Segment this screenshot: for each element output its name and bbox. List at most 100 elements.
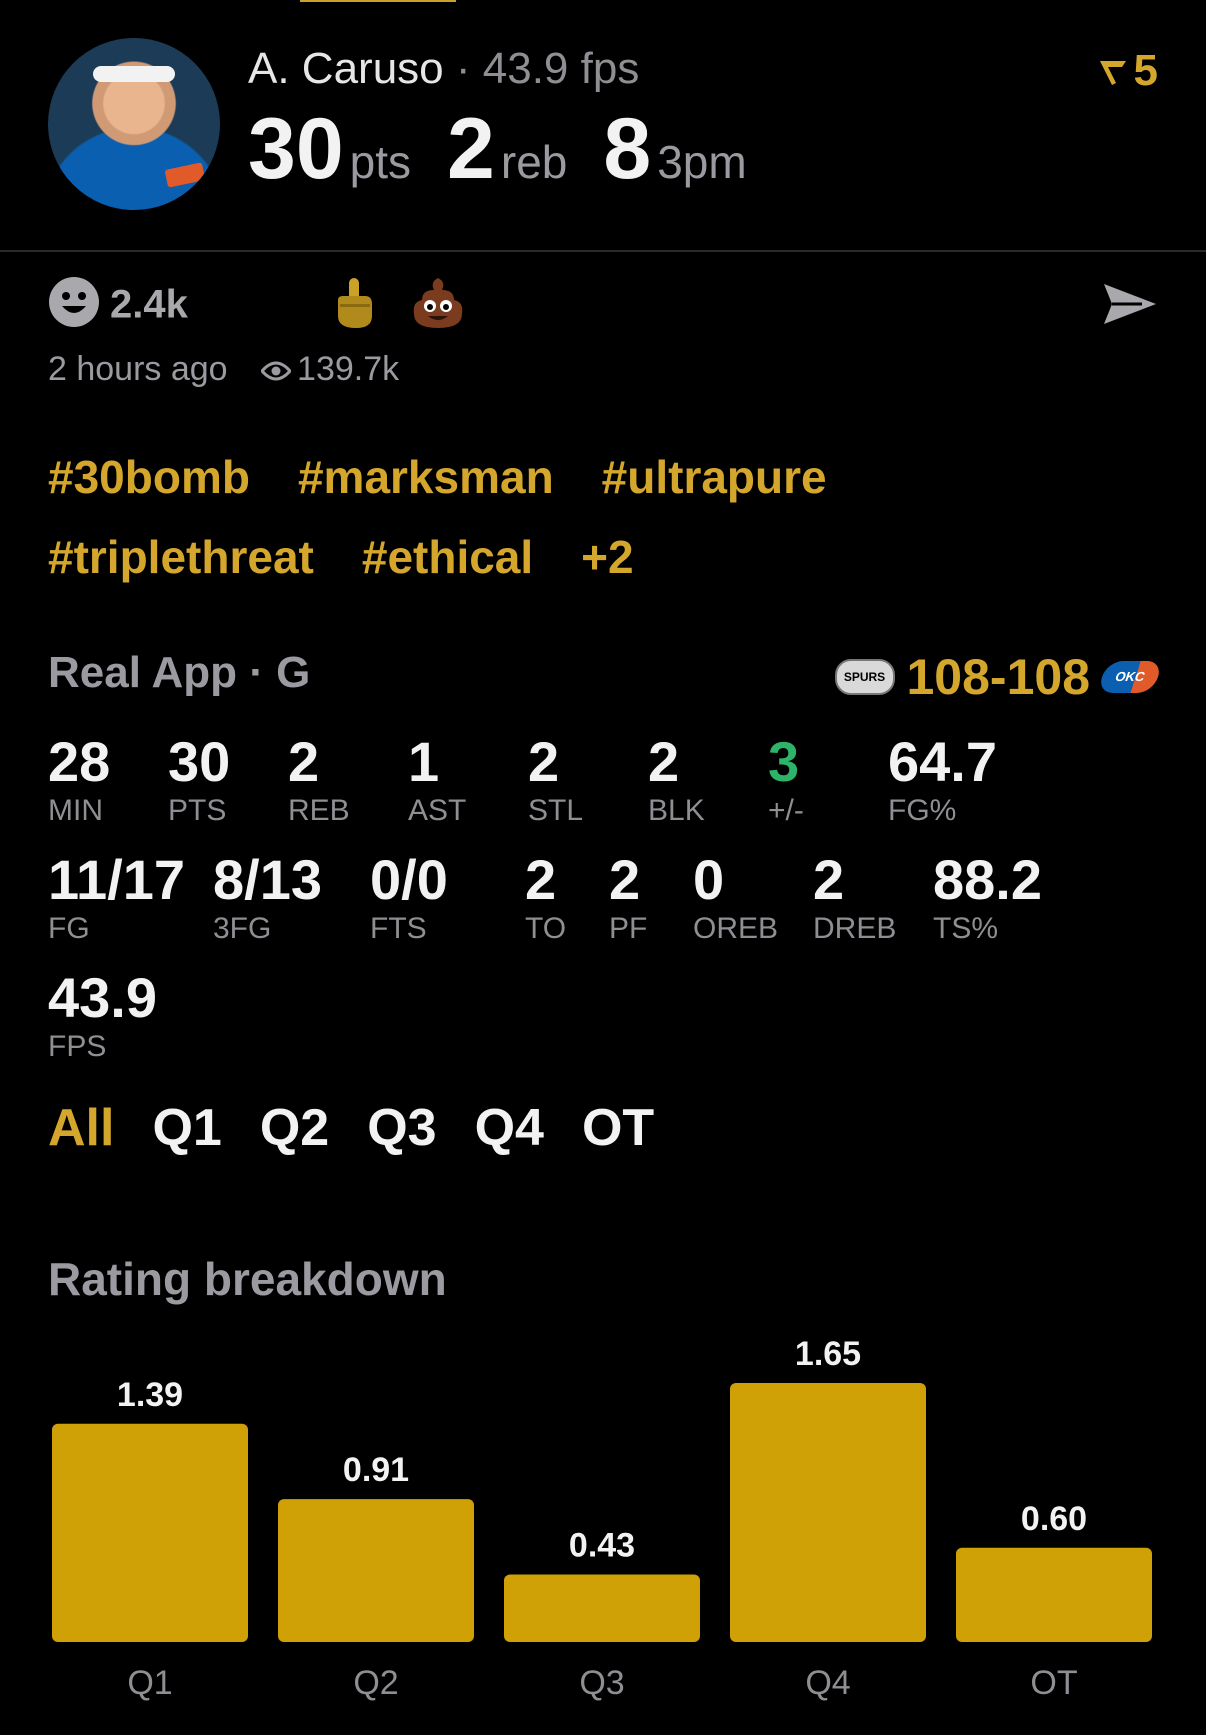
stat-fps: 43.9 FPS <box>48 968 157 1064</box>
stat-label: PF <box>609 912 648 945</box>
rating-breakdown-chart: 1.39 Q1 0.91 Q2 0.43 Q3 1.65 Q4 0.60 OT <box>52 1335 1152 1702</box>
bar-ot[interactable] <box>956 1547 1152 1642</box>
stat-value: 88.2 <box>933 848 1042 911</box>
bar-q3[interactable] <box>504 1574 700 1642</box>
stat-value: 2 <box>813 848 845 911</box>
player-name-line: A. Caruso · 43.9 fps <box>248 44 639 94</box>
tag-ethical[interactable]: #ethical <box>362 530 533 584</box>
tab-q2[interactable]: Q2 <box>260 1098 329 1158</box>
view-count-value: 139.7k <box>297 350 400 388</box>
reactions-bar: 2.4k <box>48 276 1158 328</box>
stat-fg: 11/17 FG <box>48 850 185 946</box>
bar-q2[interactable] <box>278 1499 474 1642</box>
team-patch <box>164 162 206 188</box>
player-avatar[interactable] <box>48 38 220 210</box>
bar-q4[interactable] <box>730 1382 926 1642</box>
stat-oreb: 0 OREB <box>693 850 778 946</box>
tag-30bomb[interactable]: #30bomb <box>48 450 250 504</box>
player-name[interactable]: A. Caruso <box>248 44 444 93</box>
stat-min: 28 MIN <box>48 732 110 828</box>
stat-value: 2 <box>648 730 680 793</box>
stat-value: 0/0 <box>370 848 448 911</box>
stat-value: 11/17 <box>48 848 186 911</box>
stat-dreb: 2 DREB <box>813 850 896 946</box>
rank-badge[interactable]: 5 <box>1098 46 1158 96</box>
post-time: 2 hours ago <box>48 350 228 388</box>
stat-label: STL <box>528 794 584 827</box>
stat-label: FG% <box>888 794 957 827</box>
post-meta: 2 hours ago 139.7k <box>48 350 399 391</box>
okc-logo: OKC <box>1096 661 1164 693</box>
name-separator: · <box>455 44 471 93</box>
stat-plus-minus: 3 +/- <box>768 732 804 828</box>
stat-ts-pct: 88.2 TS% <box>933 850 1042 946</box>
tag-row-1: #30bomb #marksman #ultrapure <box>48 450 1168 504</box>
send-icon[interactable] <box>1102 280 1158 333</box>
bar-value-label: 0.43 <box>569 1526 635 1564</box>
stat-value: 8/13 <box>213 848 322 911</box>
headline-reb-unit: reb <box>500 136 568 188</box>
smiley-icon <box>48 276 100 338</box>
stat-blk: 2 BLK <box>648 732 705 828</box>
headline-reb-value: 2 <box>447 101 495 197</box>
rating-breakdown-title: Rating breakdown <box>48 1253 447 1305</box>
tag-ultrapure[interactable]: #ultrapure <box>602 450 827 504</box>
stat-value: 28 <box>48 730 111 793</box>
stat-label: PTS <box>168 794 227 827</box>
headline-pts-unit: pts <box>349 136 412 188</box>
category-label: OT <box>1030 1664 1077 1702</box>
headline-3pm-value: 8 <box>603 101 652 197</box>
score-value: 108-108 <box>906 649 1091 705</box>
reaction-count-button[interactable]: 2.4k <box>48 276 188 338</box>
headline-3pm-unit: 3pm <box>657 136 747 188</box>
bar-value-label: 0.91 <box>343 1451 409 1489</box>
view-count: 139.7k <box>260 350 400 391</box>
stat-value: 2 <box>528 730 560 793</box>
poop-icon[interactable] <box>410 276 466 335</box>
game-score[interactable]: SPURS 108-108 OKC <box>834 648 1164 706</box>
stat-fts: 0/0 FTS <box>370 850 448 946</box>
headline-pts-value: 30 <box>248 101 344 197</box>
quarter-tabs: All Q1 Q2 Q3 Q4 OT <box>48 1098 654 1158</box>
spurs-logo: SPURS <box>834 659 895 695</box>
eye-icon <box>260 352 293 391</box>
stat-value: 1 <box>408 730 440 793</box>
tab-ot[interactable]: OT <box>582 1098 654 1158</box>
tab-q3[interactable]: Q3 <box>367 1098 436 1158</box>
game-summary: Real App · G SPURS 108-108 OKC <box>48 648 1164 708</box>
tab-q4[interactable]: Q4 <box>475 1098 544 1158</box>
stat-label: TO <box>525 912 567 945</box>
stat-label: DREB <box>813 912 897 945</box>
stat-label: OREB <box>693 912 779 945</box>
stat-label: FG <box>48 912 90 945</box>
bar-value-label: 1.39 <box>117 1376 183 1414</box>
tag-more[interactable]: +2 <box>581 530 633 584</box>
tag-marksman[interactable]: #marksman <box>298 450 554 504</box>
reaction-count: 2.4k <box>110 282 188 327</box>
stat-value: 30 <box>168 730 231 793</box>
rank-icon <box>1099 61 1126 85</box>
stat-label: TS% <box>933 912 999 945</box>
bar-q1[interactable] <box>52 1423 248 1642</box>
category-label: Q3 <box>579 1664 624 1702</box>
category-label: Q4 <box>805 1664 850 1702</box>
stat-label: BLK <box>648 794 705 827</box>
stat-label: AST <box>408 794 467 827</box>
stat-label: +/- <box>768 794 804 827</box>
hashtags: #30bomb #marksman #ultrapure #triplethre… <box>48 450 1168 610</box>
stat-value: 3 <box>768 730 800 793</box>
stat-fg-pct: 64.7 FG% <box>888 732 997 828</box>
stat-pts: 30 PTS <box>168 732 230 828</box>
game-title: Real App · G <box>48 648 311 697</box>
tab-q1[interactable]: Q1 <box>152 1098 221 1158</box>
stat-value: 43.9 <box>48 966 157 1029</box>
header-divider <box>0 250 1206 252</box>
category-label: Q2 <box>353 1664 398 1702</box>
tag-triplethreat[interactable]: #triplethreat <box>48 530 314 584</box>
tag-row-2: #triplethreat #ethical +2 <box>48 530 1168 584</box>
middle-finger-icon[interactable] <box>332 276 376 335</box>
player-fps: 43.9 fps <box>482 44 640 93</box>
stat-reb: 2 REB <box>288 732 350 828</box>
tab-all[interactable]: All <box>48 1098 114 1158</box>
stat-label: REB <box>288 794 350 827</box>
